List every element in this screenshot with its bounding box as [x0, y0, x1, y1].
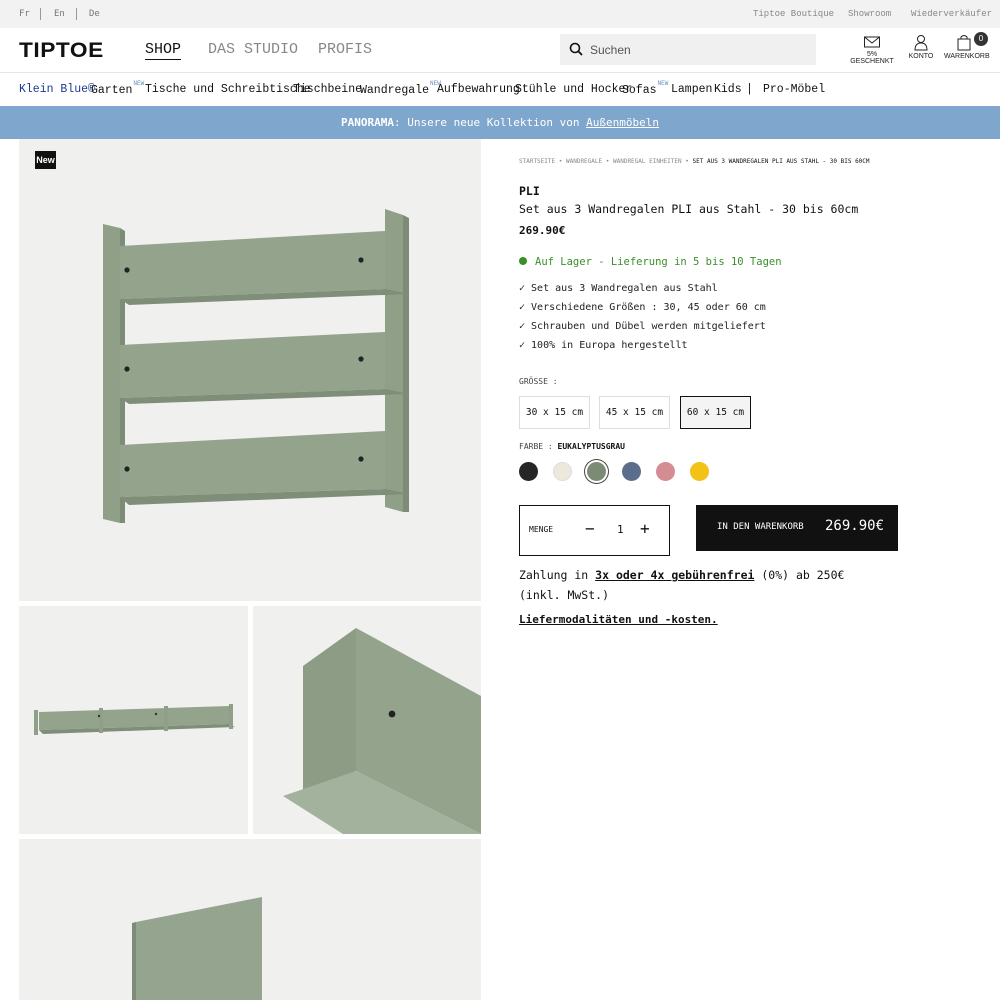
banner-bold: PANORAMA [341, 116, 395, 129]
search-icon [569, 42, 583, 56]
nav-studio[interactable]: DAS STUDIO [208, 41, 298, 58]
logo[interactable]: TIPTOE [19, 39, 104, 63]
showroom-link[interactable]: Showroom [848, 9, 891, 19]
lang-de-link[interactable]: De [89, 9, 100, 19]
category-tische[interactable]: Tische und Schreibtische [145, 83, 311, 96]
feature-item: ✓ 100% in Europa hergestellt [519, 340, 688, 351]
category-pro-moebel[interactable]: Pro-Möbel [763, 83, 825, 96]
product-image-2[interactable] [19, 606, 248, 834]
new-tag: NEW [657, 80, 669, 87]
quantity-label: MENGE [529, 525, 554, 534]
category-stuehle[interactable]: Stühle und Hocker [515, 83, 632, 96]
product-photo-shelf-side [19, 839, 481, 1000]
add-to-cart-label: IN DEN WARENKORB [717, 522, 804, 532]
category-garten[interactable]: GartenNEW [91, 80, 145, 97]
breadcrumb-einheiten[interactable]: WANDREGAL EINHEITEN [613, 158, 682, 165]
quantity-minus-button[interactable]: − [585, 519, 595, 538]
color-swatch-yellow[interactable] [690, 462, 709, 481]
product-image-3[interactable] [253, 606, 481, 834]
gift-button[interactable]: 5% GESCHENKT [846, 34, 898, 65]
stock-text: Auf Lager - Lieferung in 5 bis 10 Tagen [535, 256, 782, 268]
breadcrumb-home[interactable]: STARTSEITE [519, 158, 555, 165]
category-wandregale[interactable]: WandregaleNEW [360, 80, 441, 97]
check-icon: ✓ [519, 302, 526, 313]
envelope-icon [864, 36, 880, 48]
product-image-4[interactable] [19, 839, 481, 1000]
gift-label: 5% GESCHENKT [850, 51, 894, 65]
feature-item: ✓ Set aus 3 Wandregalen aus Stahl [519, 283, 718, 294]
breadcrumb-current: SET AUS 3 WANDREGALEN PLI AUS STAHL - 30… [692, 158, 870, 165]
resellers-link[interactable]: Wiederverkäufer [911, 9, 992, 19]
category-klein-blue[interactable]: Klein Blue® [19, 83, 95, 96]
product-photo-shelf-row [19, 606, 248, 834]
product-image-main[interactable] [19, 139, 481, 601]
color-swatch-black[interactable] [519, 462, 538, 481]
search-box[interactable] [560, 34, 816, 65]
color-label: FARBE : EUKALYPTUSGRAU [519, 442, 625, 451]
product-photo-shelves [19, 139, 481, 601]
feature-item: ✓ Schrauben und Dübel werden mitgeliefert [519, 321, 766, 332]
category-tischbeine[interactable]: Tischbeine [293, 83, 362, 96]
account-label: KONTO [908, 53, 934, 60]
new-badge: New [35, 151, 56, 169]
product-name: PLI [519, 184, 540, 198]
check-icon: ✓ [519, 321, 526, 332]
size-label: GRÖSSE : [519, 377, 558, 386]
lang-fr-link[interactable]: Fr [19, 9, 30, 19]
breadcrumb-separator: • [605, 158, 610, 165]
product-photo-shelf-closeup [253, 606, 481, 834]
add-to-cart-button[interactable]: IN DEN WARENKORB 269.90€ [696, 505, 898, 551]
top-utility-bar: Fr En De Tiptoe Boutique Showroom Wieder… [0, 0, 1000, 28]
site-header: TIPTOE SHOP DAS STUDIO PROFIS 5% GESCHEN… [0, 28, 1000, 73]
user-icon [914, 35, 928, 51]
category-lampen[interactable]: Lampen [671, 83, 712, 96]
size-option-45[interactable]: 45 x 15 cm [599, 396, 670, 429]
add-to-cart-price: 269.90€ [825, 518, 885, 534]
breadcrumb: STARTSEITE • WANDREGALE • WANDREGAL EINH… [519, 158, 870, 165]
shopping-bag-icon [957, 35, 971, 51]
color-swatch-eucalyptus[interactable] [587, 462, 606, 481]
banner-text: : Unsere neue Kollektion von [394, 116, 587, 129]
nav-shop[interactable]: SHOP [145, 41, 182, 60]
stock-dot-icon [519, 257, 527, 265]
stock-status: Auf Lager - Lieferung in 5 bis 10 Tagen [519, 256, 782, 268]
size-option-60[interactable]: 60 x 15 cm [680, 396, 751, 429]
divider [76, 8, 77, 20]
breadcrumb-separator: • [685, 158, 689, 165]
color-swatch-blue[interactable] [622, 462, 641, 481]
feature-item: ✓ Verschiedene Größen : 30, 45 oder 60 cm [519, 302, 766, 313]
quantity-stepper: MENGE − 1 + [519, 505, 670, 556]
category-aufbewahrung[interactable]: Aufbewahrung [437, 83, 520, 96]
product-subtitle: Set aus 3 Wandregalen PLI aus Stahl - 30… [519, 202, 859, 216]
color-swatch-cream[interactable] [553, 462, 572, 481]
color-value: EUKALYPTUSGRAU [557, 442, 625, 451]
promo-banner: PANORAMA: Unsere neue Kollektion von Auß… [0, 106, 1000, 139]
delivery-info-link[interactable]: Liefermodalitäten und -kosten. [519, 613, 718, 626]
category-nav: Klein Blue® GartenNEW Tische und Schreib… [0, 73, 1000, 106]
boutique-link[interactable]: Tiptoe Boutique [753, 9, 834, 19]
search-input[interactable] [590, 34, 810, 65]
cart-label: WARENKORB [944, 53, 990, 60]
breadcrumb-separator: • [558, 158, 563, 165]
divider [40, 8, 41, 20]
category-sofas[interactable]: SofasNEW [622, 80, 669, 97]
breadcrumb-wandregale[interactable]: WANDREGALE [566, 158, 602, 165]
size-option-30[interactable]: 30 x 15 cm [519, 396, 590, 429]
category-kids[interactable]: Kids [714, 83, 742, 96]
product-price: 269.90€ [519, 224, 566, 237]
check-icon: ✓ [519, 340, 526, 351]
quantity-plus-button[interactable]: + [640, 519, 650, 538]
color-swatch-pink[interactable] [656, 462, 675, 481]
new-tag: NEW [133, 80, 145, 87]
account-button[interactable]: KONTO [906, 34, 936, 60]
category-separator: | [746, 83, 753, 96]
banner-link[interactable]: Außenmöbeln [586, 116, 659, 129]
payment-info: Zahlung in 3x oder 4x gebührenfrei (0%) … [519, 568, 845, 602]
cart-count-badge: 0 [974, 32, 988, 46]
quantity-value[interactable]: 1 [617, 523, 624, 536]
lang-en-link[interactable]: En [54, 9, 65, 19]
nav-profis[interactable]: PROFIS [318, 41, 372, 58]
payment-installments-link[interactable]: 3x oder 4x gebührenfrei [595, 568, 754, 582]
check-icon: ✓ [519, 283, 526, 294]
